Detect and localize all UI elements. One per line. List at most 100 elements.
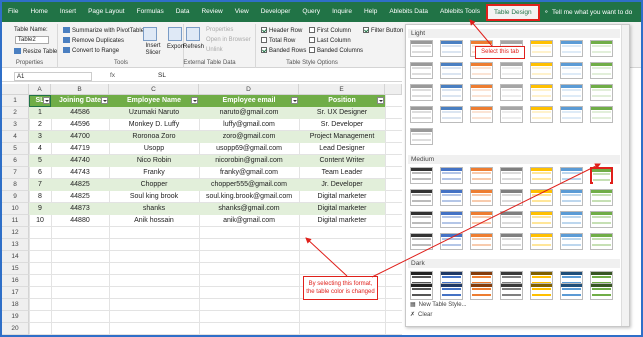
row-header-2[interactable]: 2: [2, 107, 29, 119]
table-cell[interactable]: 1: [29, 107, 51, 119]
medium-style-thumb[interactable]: [590, 167, 613, 184]
light-style-thumb[interactable]: [440, 40, 463, 57]
tab-page-layout[interactable]: Page Layout: [82, 2, 131, 22]
row-header-18[interactable]: 18: [2, 299, 29, 311]
open-browser-button[interactable]: Open in Browser: [206, 37, 251, 43]
light-style-thumb[interactable]: [590, 84, 613, 101]
table-cell[interactable]: franky@gmail.com: [199, 167, 299, 179]
table-cell[interactable]: Content Writer: [299, 155, 385, 167]
table-cell[interactable]: Project Management: [299, 131, 385, 143]
row-header-10[interactable]: 10: [2, 203, 29, 215]
filter-dropdown-icon[interactable]: [101, 97, 108, 104]
light-style-thumb[interactable]: [440, 106, 463, 123]
clear-style-button[interactable]: ✗ Clear: [410, 311, 432, 319]
table-cell[interactable]: 44873: [51, 203, 109, 215]
medium-style-thumb[interactable]: [410, 167, 433, 184]
row-header-16[interactable]: 16: [2, 275, 29, 287]
table-header-cell[interactable]: Employee Name: [109, 95, 199, 107]
medium-style-thumb[interactable]: [440, 211, 463, 228]
table-cell[interactable]: Soul king brook: [109, 191, 199, 203]
remove-duplicates-button[interactable]: Remove Duplicates: [63, 37, 124, 44]
table-header-cell[interactable]: Position: [299, 95, 385, 107]
table-cell[interactable]: nicorobin@gmail.com: [199, 155, 299, 167]
total-row-checkbox[interactable]: Total Row: [261, 37, 295, 44]
medium-style-thumb[interactable]: [530, 233, 553, 250]
medium-style-thumb[interactable]: [500, 189, 523, 206]
table-header-cell[interactable]: Employee email: [199, 95, 299, 107]
tab-file[interactable]: File: [2, 2, 24, 22]
table-cell[interactable]: 4: [29, 143, 51, 155]
tab-formulas[interactable]: Formulas: [131, 2, 170, 22]
row-header-5[interactable]: 5: [2, 143, 29, 155]
table-cell[interactable]: 6: [29, 167, 51, 179]
table-cell[interactable]: Usopp: [109, 143, 199, 155]
medium-style-thumb[interactable]: [530, 189, 553, 206]
light-style-thumb[interactable]: [560, 62, 583, 79]
table-cell[interactable]: 5: [29, 155, 51, 167]
column-header-d[interactable]: D: [199, 84, 299, 95]
convert-range-button[interactable]: Convert to Range: [63, 47, 119, 54]
tab-insert[interactable]: Insert: [54, 2, 82, 22]
tab-table-design[interactable]: Table Design: [486, 4, 540, 21]
light-style-thumb[interactable]: [500, 84, 523, 101]
light-style-thumb[interactable]: [470, 62, 493, 79]
row-header-3[interactable]: 3: [2, 119, 29, 131]
row-header-15[interactable]: 15: [2, 263, 29, 275]
table-cell[interactable]: Lead Designer: [299, 143, 385, 155]
light-style-thumb[interactable]: [530, 106, 553, 123]
table-cell[interactable]: 8: [29, 191, 51, 203]
dark-style-thumb[interactable]: [440, 283, 463, 300]
medium-style-thumb[interactable]: [470, 233, 493, 250]
table-cell[interactable]: 44880: [51, 215, 109, 227]
tell-me-box[interactable]: ⚬ Tell me what you want to do: [544, 8, 633, 17]
medium-style-thumb[interactable]: [560, 167, 583, 184]
filter-dropdown-icon[interactable]: [191, 97, 198, 104]
tab-ablebits-data[interactable]: Ablebits Data: [383, 2, 434, 22]
table-cell[interactable]: Chopper: [109, 179, 199, 191]
light-style-thumb[interactable]: [410, 62, 433, 79]
row-header-14[interactable]: 14: [2, 251, 29, 263]
medium-style-thumb[interactable]: [500, 233, 523, 250]
light-style-thumb[interactable]: [410, 40, 433, 57]
light-style-thumb[interactable]: [530, 84, 553, 101]
refresh-icon[interactable]: [186, 27, 200, 41]
table-cell[interactable]: Nico Robin: [109, 155, 199, 167]
table-cell[interactable]: Uzumaki Naruto: [109, 107, 199, 119]
light-style-thumb[interactable]: [530, 62, 553, 79]
tab-ablebits-tools[interactable]: Ablebits Tools: [434, 2, 486, 22]
summarize-pivot-button[interactable]: Summarize with PivotTable: [63, 27, 144, 34]
medium-style-thumb[interactable]: [470, 189, 493, 206]
medium-style-thumb[interactable]: [530, 167, 553, 184]
table-cell[interactable]: 44596: [51, 119, 109, 131]
dark-style-thumb[interactable]: [560, 283, 583, 300]
table-cell[interactable]: zoro@gmail.com: [199, 131, 299, 143]
medium-style-thumb[interactable]: [470, 211, 493, 228]
table-cell[interactable]: usopp69@gmail.com: [199, 143, 299, 155]
table-cell[interactable]: 44740: [51, 155, 109, 167]
light-style-thumb[interactable]: [590, 106, 613, 123]
dark-style-thumb[interactable]: [590, 283, 613, 300]
medium-style-thumb[interactable]: [590, 211, 613, 228]
light-style-thumb[interactable]: [500, 106, 523, 123]
filter-dropdown-icon[interactable]: [291, 97, 298, 104]
medium-style-thumb[interactable]: [560, 189, 583, 206]
filter-button-checkbox[interactable]: Filter Button: [363, 27, 403, 34]
resize-table-button[interactable]: Resize Table: [14, 48, 57, 55]
table-cell[interactable]: anik@gmail.com: [199, 215, 299, 227]
table-cell[interactable]: 44743: [51, 167, 109, 179]
dark-style-thumb[interactable]: [500, 283, 523, 300]
refresh-button[interactable]: Refresh: [183, 44, 204, 50]
light-style-thumb[interactable]: [560, 84, 583, 101]
light-style-thumb[interactable]: [590, 62, 613, 79]
fx-icon[interactable]: fx: [110, 72, 115, 79]
medium-style-thumb[interactable]: [440, 233, 463, 250]
table-cell[interactable]: naruto@gmail.com: [199, 107, 299, 119]
table-cell[interactable]: Franky: [109, 167, 199, 179]
table-cell[interactable]: 44825: [51, 191, 109, 203]
table-cell[interactable]: soul.king.brook@gmail.com: [199, 191, 299, 203]
row-header-19[interactable]: 19: [2, 311, 29, 323]
unlink-button[interactable]: Unlink: [206, 47, 223, 53]
tab-help[interactable]: Help: [358, 2, 383, 22]
medium-style-thumb[interactable]: [440, 167, 463, 184]
table-cell[interactable]: 44825: [51, 179, 109, 191]
